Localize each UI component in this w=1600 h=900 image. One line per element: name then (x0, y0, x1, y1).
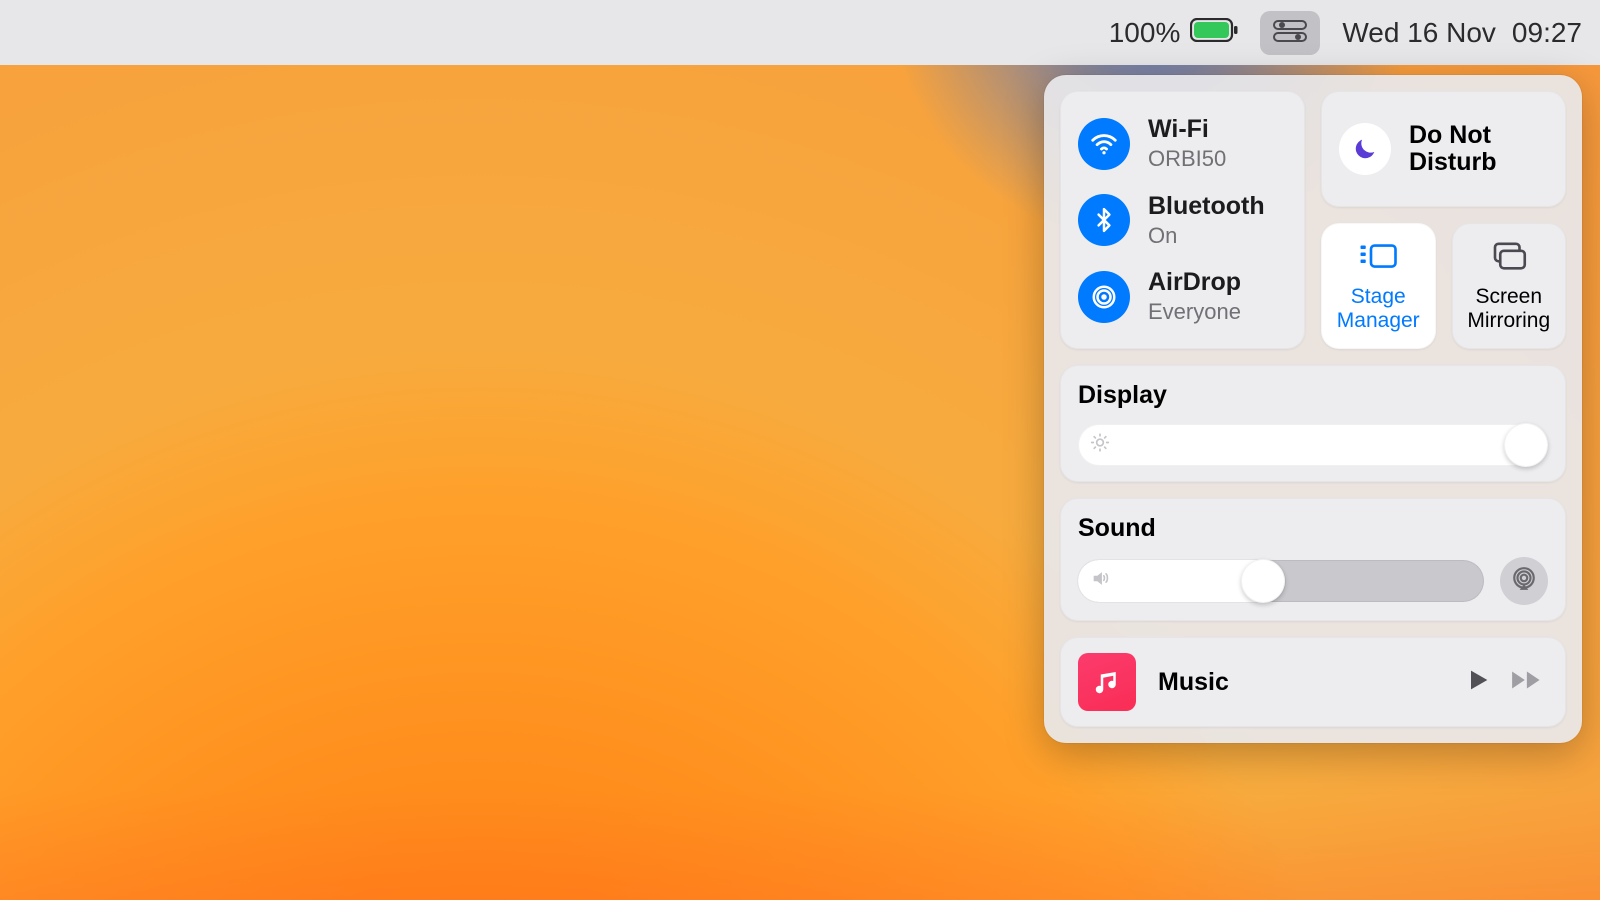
connectivity-tile: Wi-Fi ORBI50 Bluetooth On (1060, 91, 1305, 349)
battery-icon (1190, 17, 1238, 49)
play-button[interactable] (1464, 666, 1492, 699)
now-playing-title: Music (1158, 668, 1442, 697)
airplay-icon (1511, 566, 1537, 597)
screen-mirroring-icon (1488, 240, 1530, 277)
battery-percentage: 100% (1109, 17, 1181, 49)
sun-icon (1090, 433, 1110, 458)
squares-row: StageManager ScreenMirroring (1321, 223, 1566, 349)
menubar-date: Wed 16 Nov (1342, 17, 1496, 49)
next-button[interactable] (1510, 666, 1548, 699)
menu-bar: 100% Wed 16 Nov 09:27 (0, 0, 1600, 65)
control-center-panel: Wi-Fi ORBI50 Bluetooth On (1044, 75, 1582, 743)
volume-slider[interactable] (1078, 560, 1484, 602)
music-app-icon (1078, 653, 1136, 711)
dnd-title: Do NotDisturb (1409, 122, 1497, 177)
control-center-icon (1273, 17, 1307, 49)
wifi-toggle[interactable]: Wi-Fi ORBI50 (1078, 107, 1287, 180)
menubar-time: 09:27 (1512, 17, 1582, 49)
stage-manager-icon (1357, 240, 1399, 277)
airdrop-icon (1078, 271, 1130, 323)
airdrop-toggle[interactable]: AirDrop Everyone (1078, 260, 1287, 333)
airdrop-status: Everyone (1148, 299, 1241, 325)
airplay-audio-button[interactable] (1500, 557, 1548, 605)
wifi-icon (1078, 118, 1130, 170)
sound-tile: Sound (1060, 498, 1566, 621)
battery-status[interactable]: 100% (1109, 17, 1239, 49)
menubar-date-time[interactable]: Wed 16 Nov 09:27 (1342, 17, 1582, 49)
moon-icon (1339, 123, 1391, 175)
bluetooth-title: Bluetooth (1148, 192, 1265, 221)
stage-manager-label: StageManager (1337, 285, 1420, 331)
screen-mirroring-button[interactable]: ScreenMirroring (1452, 223, 1567, 349)
sound-label: Sound (1078, 514, 1548, 543)
stage-manager-toggle[interactable]: StageManager (1321, 223, 1436, 349)
airdrop-title: AirDrop (1148, 268, 1241, 297)
wifi-title: Wi-Fi (1148, 115, 1226, 144)
screen-mirroring-label: ScreenMirroring (1467, 285, 1550, 331)
volume-knob[interactable] (1241, 559, 1285, 603)
display-label: Display (1078, 381, 1548, 410)
speaker-icon (1090, 568, 1112, 595)
bluetooth-toggle[interactable]: Bluetooth On (1078, 184, 1287, 257)
now-playing-tile[interactable]: Music (1060, 637, 1566, 727)
brightness-knob[interactable] (1504, 423, 1548, 467)
control-center-toggle[interactable] (1260, 11, 1320, 55)
brightness-slider[interactable] (1078, 424, 1548, 466)
display-tile: Display (1060, 365, 1566, 482)
wifi-network-name: ORBI50 (1148, 146, 1226, 172)
bluetooth-icon (1078, 194, 1130, 246)
do-not-disturb-toggle[interactable]: Do NotDisturb (1321, 91, 1566, 207)
bluetooth-status: On (1148, 223, 1265, 249)
